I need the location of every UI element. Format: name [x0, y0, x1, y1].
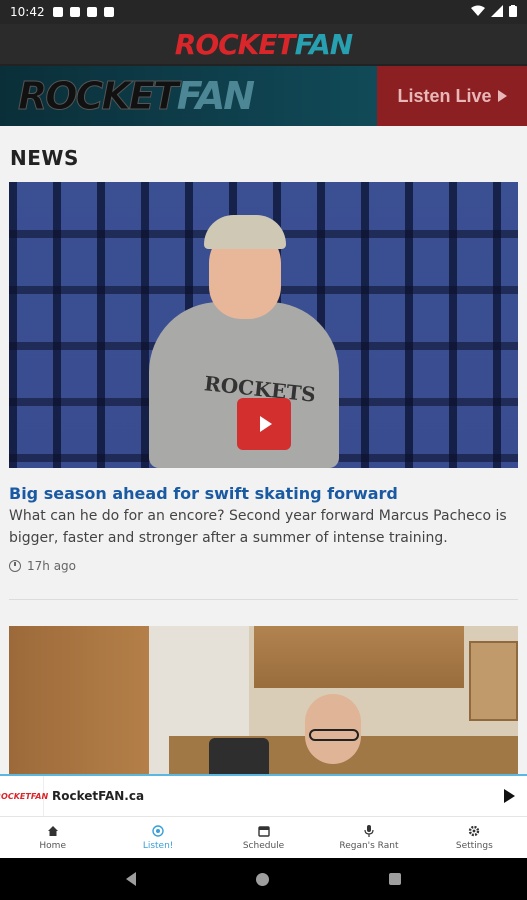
office-cabinet	[469, 641, 518, 721]
bottom-nav: Home Listen! Schedule Regan's Rant Setti…	[0, 816, 527, 858]
glasses	[309, 729, 359, 741]
news-article[interactable]	[0, 626, 527, 774]
player-title: RocketFAN.ca	[52, 789, 145, 803]
notification-icon	[69, 7, 80, 17]
nav-label: Settings	[455, 840, 493, 851]
app-logo: ROCKETFAN	[174, 27, 354, 61]
office-wood-panel	[9, 626, 149, 774]
radio-icon	[152, 824, 164, 837]
battery-icon	[509, 4, 517, 20]
article-thumbnail[interactable]: ROCKETS	[9, 182, 518, 468]
article-thumbnail[interactable]	[9, 626, 518, 774]
mini-player[interactable]: ROCKETFAN RocketFAN.ca	[0, 774, 527, 816]
home-button-icon[interactable]	[256, 872, 269, 886]
gear-icon	[468, 825, 480, 837]
recents-icon[interactable]	[389, 873, 401, 885]
play-arrow-icon	[497, 90, 507, 102]
nav-label: Schedule	[242, 840, 285, 851]
app-logo-part2: FAN	[294, 27, 354, 61]
status-time: 10:42	[10, 5, 45, 19]
news-feed[interactable]: NEWS ROCKETS Big season ahead for swift …	[0, 126, 527, 774]
player-logo-text: ROCKETFAN	[0, 791, 49, 801]
nav-label: Home	[39, 840, 66, 851]
nav-label: Listen!	[142, 840, 174, 851]
app-logo-part1: ROCKET	[174, 27, 296, 61]
nav-listen[interactable]: Listen!	[105, 817, 210, 858]
video-play-button[interactable]	[237, 398, 291, 450]
listen-banner: ROCKETFAN Listen Live	[0, 64, 527, 126]
player-logo: ROCKETFAN	[0, 776, 48, 816]
signal-icon	[491, 4, 503, 20]
notification-icon	[103, 7, 114, 17]
notification-icon	[52, 7, 63, 17]
play-icon[interactable]	[504, 789, 515, 803]
banner-logo-area: ROCKETFAN	[0, 66, 377, 126]
article-meta: 17h ago	[9, 559, 518, 573]
system-nav-bar	[0, 858, 527, 900]
office-chair	[209, 738, 269, 774]
article-summary: What can he do for an encore? Second yea…	[9, 508, 507, 546]
nav-home[interactable]: Home	[0, 817, 105, 858]
mic-icon	[363, 824, 375, 837]
wifi-icon	[471, 5, 485, 20]
banner-logo: ROCKETFAN	[18, 74, 256, 119]
nav-regans-rant[interactable]: Regan's Rant	[316, 817, 421, 858]
status-bar: 10:42	[0, 0, 527, 24]
article-headline[interactable]: Big season ahead for swift skating forwa…	[9, 484, 518, 503]
home-icon	[47, 825, 59, 837]
article-time: 17h ago	[27, 559, 77, 573]
notification-icon	[86, 7, 97, 17]
calendar-icon	[257, 825, 270, 837]
office-cabinet	[254, 626, 464, 688]
person-cap	[204, 215, 286, 249]
back-icon[interactable]	[126, 872, 136, 886]
divider	[9, 599, 518, 600]
app-bar: ROCKETFAN	[0, 24, 527, 64]
clock-icon	[9, 560, 21, 572]
section-title: NEWS	[10, 146, 79, 170]
listen-live-button[interactable]: Listen Live	[377, 66, 527, 126]
nav-label: Regan's Rant	[339, 840, 399, 851]
play-icon	[259, 416, 272, 432]
nav-schedule[interactable]: Schedule	[211, 817, 316, 858]
listen-live-label: Listen Live	[397, 85, 492, 106]
nav-settings[interactable]: Settings	[422, 817, 527, 858]
banner-logo-part1: ROCKET	[18, 74, 180, 119]
news-article[interactable]: ROCKETS Big season ahead for swift skati…	[0, 182, 527, 600]
banner-logo-part2: FAN	[176, 74, 255, 118]
